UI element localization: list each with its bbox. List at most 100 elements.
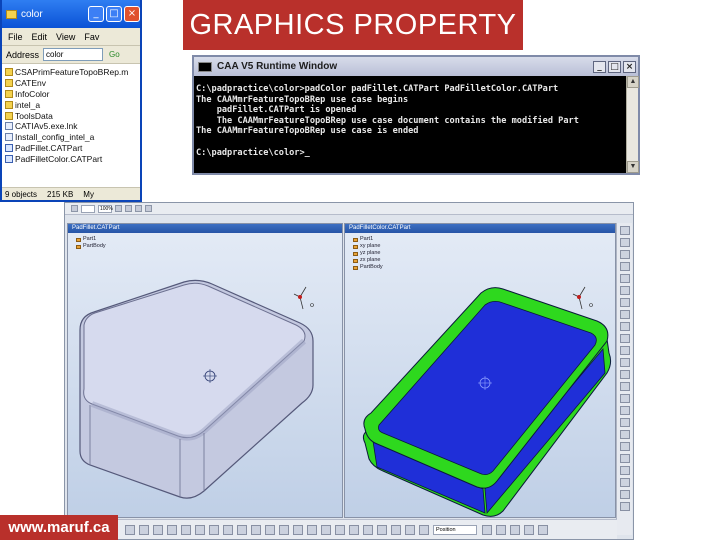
toolbar-icon[interactable] xyxy=(620,262,630,271)
toolbar-icon[interactable] xyxy=(377,524,387,535)
toolbar-icon[interactable] xyxy=(251,524,261,535)
console-line: The CAAMmrFeatureTopoBRep use case docum… xyxy=(196,115,579,126)
menu-file[interactable]: File xyxy=(8,32,23,42)
go-button[interactable]: Go xyxy=(109,50,120,59)
toolbar-icon[interactable] xyxy=(620,466,630,475)
folder-icon xyxy=(6,9,17,19)
list-item[interactable]: CATIAv5.exe.lnk xyxy=(5,121,140,132)
toolbar-icon[interactable] xyxy=(135,205,142,212)
toolbar-icon[interactable] xyxy=(620,418,630,427)
toolbar-icon[interactable] xyxy=(620,370,630,379)
console-line: C:\padpractice\color>padColor padFillet.… xyxy=(196,84,559,94)
toolbar-icon[interactable] xyxy=(405,524,415,535)
viewport-colored-part[interactable]: PadFilletColor.CATPart Part1 xy plane yz… xyxy=(344,223,616,518)
toolbar-icon[interactable] xyxy=(620,502,630,511)
toolbar-icon[interactable] xyxy=(620,478,630,487)
toolbar-field[interactable] xyxy=(81,204,95,213)
toolbar-icon[interactable] xyxy=(115,205,122,212)
toolbar-icon[interactable] xyxy=(349,524,359,535)
toolbar-icon[interactable] xyxy=(265,524,275,535)
toolbar-icon[interactable] xyxy=(620,346,630,355)
position-field[interactable]: Position xyxy=(433,524,477,535)
toolbar-icon[interactable] xyxy=(510,524,520,535)
toolbar-icon[interactable] xyxy=(223,524,233,535)
toolbar-icon[interactable] xyxy=(620,274,630,283)
list-item[interactable]: intel_a xyxy=(5,99,140,110)
toolbar-icon[interactable] xyxy=(620,298,630,307)
minimize-button[interactable]: _ xyxy=(88,6,104,22)
toolbar-icon[interactable] xyxy=(153,524,163,535)
maximize-button[interactable]: □ xyxy=(106,6,122,22)
toolbar-icon[interactable] xyxy=(482,524,492,535)
toolbar-icon[interactable] xyxy=(620,358,630,367)
toolbar-icon[interactable] xyxy=(538,524,548,535)
console-output[interactable]: C:\padpractice\color>padColor padFillet.… xyxy=(194,76,626,173)
toolbar-icon[interactable] xyxy=(620,334,630,343)
list-item[interactable]: Install_config_intel_a xyxy=(5,132,140,143)
console-titlebar[interactable]: CAA V5 Runtime Window _ □ × xyxy=(194,57,638,76)
maximize-button[interactable]: □ xyxy=(608,60,621,73)
toolbar-icon[interactable] xyxy=(209,524,219,535)
toolbar-icon[interactable] xyxy=(125,524,135,535)
console-line: padFillet.CATPart is opened xyxy=(196,105,357,116)
axis-compass-icon xyxy=(572,286,593,310)
toolbar-icon[interactable] xyxy=(363,524,373,535)
footer-url: www.maruf.ca xyxy=(0,515,118,540)
menu-view[interactable]: View xyxy=(56,32,75,42)
toolbar-icon[interactable] xyxy=(419,524,429,535)
toolbar-icon[interactable] xyxy=(145,205,152,212)
address-input[interactable]: color xyxy=(43,48,104,61)
list-item[interactable]: PadFillet.CATPart xyxy=(5,143,140,154)
explorer-titlebar[interactable]: color _ □ × xyxy=(2,0,140,28)
toolbar-icon[interactable] xyxy=(620,382,630,391)
list-item[interactable]: PadFilletColor.CATPart xyxy=(5,153,140,164)
toolbar-icon[interactable] xyxy=(293,524,303,535)
toolbar-icon[interactable] xyxy=(237,524,247,535)
list-item[interactable]: CATEnv xyxy=(5,78,140,89)
toolbar-icon[interactable] xyxy=(620,226,630,235)
minimize-button[interactable]: _ xyxy=(593,60,606,73)
list-item[interactable]: ToolsData xyxy=(5,110,140,121)
toolbar-icon[interactable] xyxy=(620,394,630,403)
toolbar-icon[interactable] xyxy=(307,524,317,535)
explorer-statusbar: 9 objects 215 KB My xyxy=(2,187,140,200)
catia-window: 100% PadFillet.CATPart Part1 PartBody Pa… xyxy=(64,202,634,540)
toolbar-icon[interactable] xyxy=(620,250,630,259)
toolbar-icon[interactable] xyxy=(620,322,630,331)
console-icon xyxy=(198,61,212,72)
toolbar-icon[interactable] xyxy=(496,524,506,535)
toolbar-icon[interactable] xyxy=(181,524,191,535)
toolbar-icon[interactable] xyxy=(279,524,289,535)
scroll-down-icon[interactable]: ▼ xyxy=(627,161,639,173)
toolbar-icon[interactable] xyxy=(620,454,630,463)
list-item[interactable]: CSAPrimFeatureTopoBRep.m xyxy=(5,67,140,78)
close-button[interactable]: × xyxy=(623,60,636,73)
toolbar-icon[interactable] xyxy=(620,490,630,499)
toolbar-icon[interactable] xyxy=(321,524,331,535)
menu-favorites[interactable]: Fav xyxy=(84,32,99,42)
folder-icon xyxy=(5,79,13,88)
toolbar-icon[interactable] xyxy=(620,286,630,295)
toolbar-icon[interactable] xyxy=(167,524,177,535)
toolbar-icon[interactable] xyxy=(620,238,630,247)
console-scrollbar[interactable]: ▲ ▼ xyxy=(626,76,639,173)
close-button[interactable]: × xyxy=(124,6,140,22)
toolbar-icon[interactable] xyxy=(620,442,630,451)
part-model-colored[interactable] xyxy=(345,233,616,518)
toolbar-icon[interactable] xyxy=(139,524,149,535)
toolbar-icon[interactable] xyxy=(620,310,630,319)
toolbar-icon[interactable] xyxy=(391,524,401,535)
zoom-field[interactable]: 100% xyxy=(98,204,113,213)
toolbar-icon[interactable] xyxy=(620,406,630,415)
menu-edit[interactable]: Edit xyxy=(32,32,48,42)
list-item[interactable]: InfoColor xyxy=(5,89,140,100)
toolbar-icon[interactable] xyxy=(71,205,78,212)
toolbar-icon[interactable] xyxy=(195,524,205,535)
toolbar-icon[interactable] xyxy=(620,430,630,439)
toolbar-icon[interactable] xyxy=(335,524,345,535)
viewport-original-part[interactable]: PadFillet.CATPart Part1 PartBody xyxy=(67,223,343,518)
toolbar-icon[interactable] xyxy=(524,524,534,535)
toolbar-icon[interactable] xyxy=(125,205,132,212)
scroll-up-icon[interactable]: ▲ xyxy=(627,76,639,88)
part-model-gray[interactable] xyxy=(68,233,343,518)
